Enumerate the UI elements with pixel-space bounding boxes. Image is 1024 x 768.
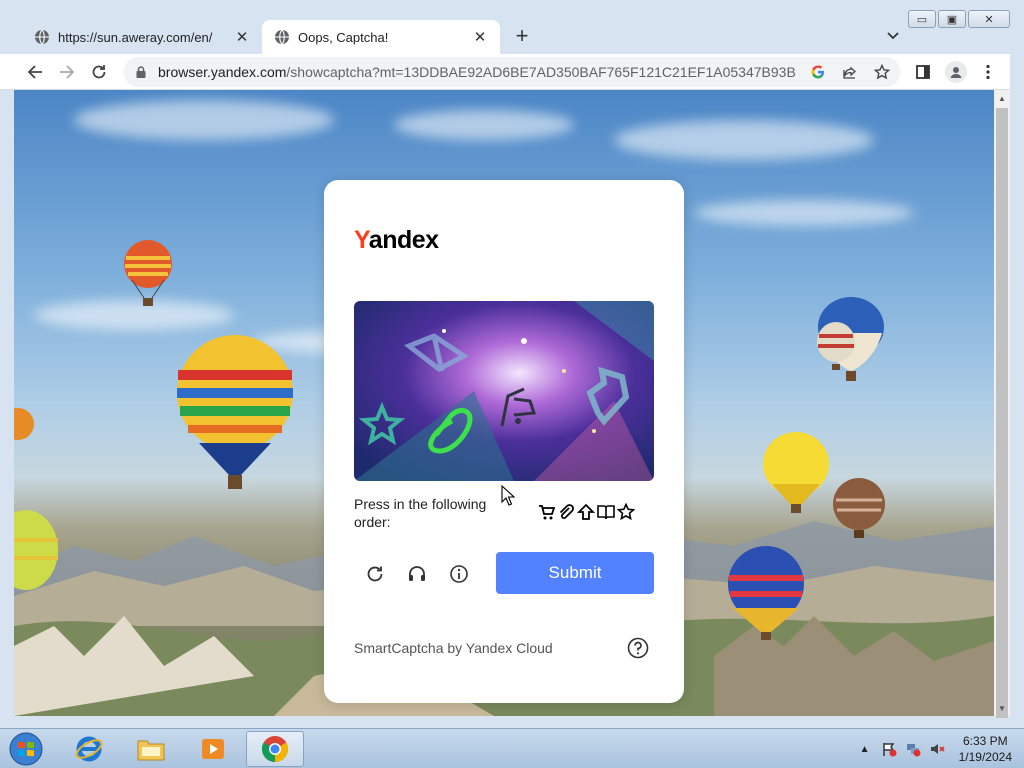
captcha-card: Yandex Press in the following order: Sub… bbox=[324, 180, 684, 703]
url-path: /showcaptcha?mt=13DDBAE92AD6BE7AD350BAF7… bbox=[286, 64, 796, 80]
cart-icon bbox=[536, 502, 555, 522]
captcha-footer: SmartCaptcha by Yandex Cloud bbox=[354, 640, 553, 656]
url-host: browser.yandex.com bbox=[158, 64, 287, 80]
browser-window: ▭ ▣ ✕ https://sun.aweray.com/en/ ✕ Oops,… bbox=[0, 0, 1024, 728]
paperclip-icon bbox=[556, 502, 575, 522]
globe-icon bbox=[35, 29, 49, 45]
file-explorer-taskbar-icon[interactable] bbox=[122, 731, 180, 767]
system-tray: ▲ 6:33 PM 1/19/2024 bbox=[857, 729, 1012, 768]
balloon-illustration bbox=[728, 546, 804, 640]
vertical-scrollbar[interactable]: ▲ ▼ bbox=[994, 90, 1010, 718]
balloon-illustration bbox=[14, 408, 34, 440]
logo-text: andex bbox=[368, 226, 439, 254]
close-tab-icon[interactable]: ✕ bbox=[234, 29, 250, 46]
back-icon[interactable] bbox=[22, 59, 48, 85]
tab-bar: ▭ ▣ ✕ https://sun.aweray.com/en/ ✕ Oops,… bbox=[0, 0, 1024, 54]
arrow-up-icon bbox=[576, 502, 595, 522]
balloon-illustration bbox=[817, 322, 855, 370]
forward-icon[interactable] bbox=[54, 59, 80, 85]
headphones-icon[interactable] bbox=[405, 562, 429, 586]
internet-explorer-taskbar-icon[interactable] bbox=[60, 731, 118, 767]
captcha-instruction: Press in the following order: bbox=[354, 496, 487, 530]
book-icon bbox=[596, 502, 615, 522]
new-tab-button[interactable]: + bbox=[510, 25, 534, 49]
address-bar[interactable]: browser.yandex.com/showcaptcha?mt=13DDBA… bbox=[124, 57, 900, 87]
logo-letter-y: Y bbox=[354, 226, 369, 254]
action-center-flag-icon[interactable] bbox=[881, 741, 897, 757]
help-icon[interactable] bbox=[627, 637, 649, 659]
chrome-taskbar-icon[interactable] bbox=[246, 731, 304, 767]
tab-title: Oops, Captcha! bbox=[298, 29, 389, 45]
refresh-icon[interactable] bbox=[363, 562, 387, 586]
reload-icon[interactable] bbox=[86, 59, 112, 85]
yandex-logo: Yandex bbox=[354, 226, 439, 255]
balloon-illustration bbox=[14, 510, 58, 590]
scroll-up-icon[interactable]: ▲ bbox=[994, 90, 1010, 106]
browser-toolbar: browser.yandex.com/showcaptcha?mt=13DDBA… bbox=[0, 54, 1024, 90]
maximize-button[interactable]: ▣ bbox=[938, 10, 966, 28]
tab-search-chevron-icon[interactable] bbox=[882, 26, 904, 46]
balloon-illustration bbox=[177, 335, 293, 489]
start-button[interactable] bbox=[4, 731, 48, 767]
star-icon bbox=[616, 502, 635, 522]
profile-icon[interactable] bbox=[945, 61, 967, 83]
close-window-button[interactable]: ✕ bbox=[968, 10, 1010, 28]
window-border-left bbox=[0, 90, 14, 716]
window-border-bottom bbox=[0, 716, 1024, 728]
window-border-right bbox=[1010, 54, 1024, 728]
scrollbar-thumb[interactable] bbox=[996, 108, 1008, 718]
sidepanel-icon[interactable] bbox=[912, 61, 934, 83]
taskbar-clock[interactable]: 6:33 PM 1/19/2024 bbox=[959, 733, 1012, 765]
mouse-cursor-icon bbox=[501, 485, 515, 506]
network-icon[interactable] bbox=[905, 741, 921, 757]
share-icon[interactable] bbox=[840, 62, 860, 82]
taskbar: ▲ 6:33 PM 1/19/2024 bbox=[0, 728, 1024, 768]
tab-captcha[interactable]: Oops, Captcha! ✕ bbox=[262, 20, 500, 54]
balloon-illustration bbox=[833, 478, 885, 538]
submit-button[interactable]: Submit bbox=[496, 552, 654, 594]
volume-icon[interactable] bbox=[929, 741, 945, 757]
media-player-taskbar-icon[interactable] bbox=[184, 731, 242, 767]
clock-time: 6:33 PM bbox=[962, 734, 1008, 748]
url-text[interactable]: browser.yandex.com/showcaptcha?mt=13DDBA… bbox=[158, 64, 796, 80]
google-icon[interactable] bbox=[808, 62, 828, 82]
menu-icon[interactable] bbox=[977, 61, 999, 83]
minimize-button[interactable]: ▭ bbox=[908, 10, 936, 28]
info-icon[interactable] bbox=[447, 562, 471, 586]
lock-icon[interactable] bbox=[134, 65, 148, 79]
balloon-illustration bbox=[124, 240, 172, 306]
balloon-illustration bbox=[763, 432, 829, 513]
window-controls: ▭ ▣ ✕ bbox=[908, 10, 1010, 28]
icon-order-sequence bbox=[536, 502, 635, 522]
close-tab-icon[interactable]: ✕ bbox=[472, 29, 488, 46]
tab-title: https://sun.aweray.com/en/ bbox=[58, 29, 213, 45]
show-hidden-icons-icon[interactable]: ▲ bbox=[857, 741, 873, 757]
bookmark-star-icon[interactable] bbox=[872, 62, 892, 82]
clock-date: 1/19/2024 bbox=[958, 750, 1012, 764]
captcha-image[interactable] bbox=[354, 301, 654, 481]
scroll-down-icon[interactable]: ▼ bbox=[994, 700, 1010, 716]
globe-icon bbox=[275, 29, 289, 45]
tab-aweray[interactable]: https://sun.aweray.com/en/ ✕ bbox=[22, 20, 262, 54]
